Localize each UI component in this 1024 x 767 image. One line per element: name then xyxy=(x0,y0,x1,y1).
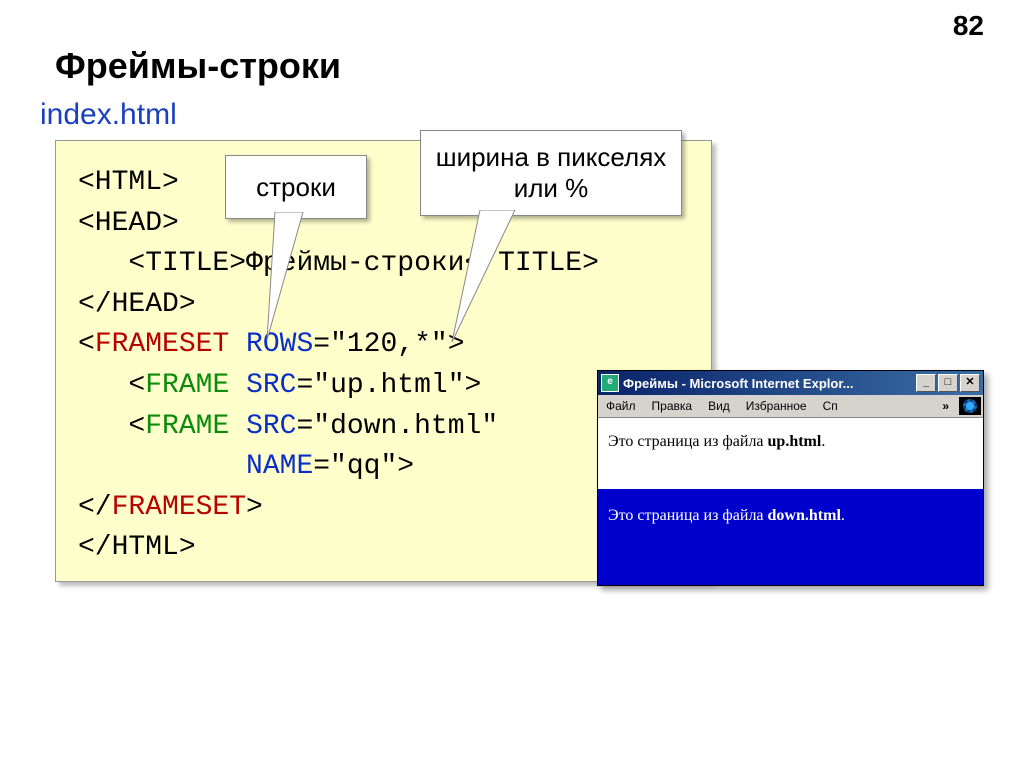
minimize-button[interactable]: _ xyxy=(916,374,936,392)
page-number: 82 xyxy=(953,10,984,42)
menu-file[interactable]: Файл xyxy=(600,398,642,414)
menu-chevron-icon[interactable]: » xyxy=(936,398,951,414)
menu-edit[interactable]: Правка xyxy=(646,398,699,414)
close-button[interactable]: ✕ xyxy=(960,374,980,392)
frame-up-text: Это страница из файла up.html. xyxy=(608,433,825,450)
callout-width: ширина в пикселях или % xyxy=(420,130,682,216)
filename-subtitle: index.html xyxy=(40,98,177,132)
throbber-icon xyxy=(959,397,981,415)
callout-width-text: ширина в пикселях или % xyxy=(431,142,671,204)
browser-content: Это страница из файла up.html. Это стран… xyxy=(598,418,983,585)
frame-down-text: Это страница из файла down.html. xyxy=(608,507,845,524)
menu-more[interactable]: Сп xyxy=(817,398,844,414)
maximize-button[interactable]: □ xyxy=(938,374,958,392)
browser-title-text: Фреймы - Microsoft Internet Explor... xyxy=(623,376,916,391)
ie-icon: e xyxy=(601,374,619,392)
frame-up: Это страница из файла up.html. xyxy=(598,419,983,489)
menu-favorites[interactable]: Избранное xyxy=(740,398,813,414)
frame-down: Это страница из файла down.html. xyxy=(598,489,983,585)
callout-rows-pointer xyxy=(255,212,305,342)
slide-title: Фреймы-строки xyxy=(55,45,341,87)
callout-rows-text: строки xyxy=(256,172,336,203)
callout-width-pointer xyxy=(450,210,530,345)
browser-menubar: Файл Правка Вид Избранное Сп » xyxy=(598,395,983,418)
browser-window: e Фреймы - Microsoft Internet Explor... … xyxy=(597,370,984,586)
browser-titlebar: e Фреймы - Microsoft Internet Explor... … xyxy=(598,371,983,395)
callout-rows: строки xyxy=(225,155,367,219)
menu-view[interactable]: Вид xyxy=(702,398,736,414)
window-buttons: _ □ ✕ xyxy=(916,374,980,392)
